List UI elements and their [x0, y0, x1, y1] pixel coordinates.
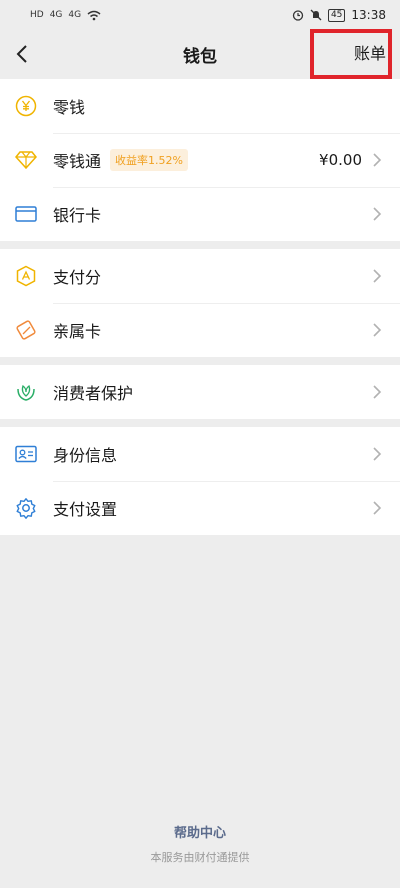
- mute-bell-icon: [310, 9, 322, 21]
- provider-note: 本服务由财付通提供: [150, 851, 250, 864]
- row-label: 零钱通: [53, 152, 102, 171]
- status-left: HD 4G 4G: [30, 10, 101, 21]
- row-pay-score[interactable]: 支付分: [0, 249, 400, 303]
- signal-4g-icon: 4G: [49, 9, 63, 20]
- row-label: 消费者保护: [53, 384, 134, 403]
- pay-score-icon: [14, 264, 38, 288]
- chevron-right-icon: [373, 207, 382, 221]
- chevron-right-icon: [373, 323, 382, 337]
- group-balance: 零钱 零钱通 收益率1.52% ¥0.00 银行卡: [0, 79, 400, 241]
- row-consumer-protection[interactable]: 消费者保护: [0, 365, 400, 419]
- chevron-right-icon: [373, 447, 382, 461]
- row-label: 亲属卡: [53, 322, 102, 341]
- battery-indicator: 45: [327, 8, 346, 22]
- status-bar: HD 4G 4G 45 13:38: [0, 0, 400, 30]
- chevron-right-icon: [373, 501, 382, 515]
- row-lingqiantong[interactable]: 零钱通 收益率1.52% ¥0.00: [0, 133, 400, 187]
- chevron-right-icon: [373, 269, 382, 283]
- row-identity-info[interactable]: 身份信息: [0, 427, 400, 481]
- yen-coin-icon: [14, 94, 38, 118]
- signal-4g-icon: 4G: [68, 9, 82, 20]
- family-card-icon: [14, 318, 38, 342]
- signal-hd-icon: HD: [30, 9, 44, 20]
- back-arrow-icon[interactable]: [14, 42, 32, 66]
- row-change[interactable]: 零钱: [0, 79, 400, 133]
- page-title: 钱包: [183, 46, 217, 67]
- clock: 13:38: [351, 8, 386, 22]
- row-label: 支付设置: [53, 500, 118, 519]
- bill-highlight-box: [310, 29, 392, 79]
- bank-card-icon: [14, 202, 38, 226]
- yield-badge: 收益率1.52%: [110, 149, 188, 171]
- chevron-right-icon: [373, 153, 382, 167]
- id-card-icon: [14, 442, 38, 466]
- row-label: 零钱: [53, 98, 86, 117]
- help-center-link[interactable]: 帮助中心: [0, 822, 400, 841]
- chevron-right-icon: [373, 385, 382, 399]
- consumer-protection-icon: [14, 380, 38, 404]
- balance-value: ¥0.00: [319, 151, 362, 169]
- wifi-icon: [87, 10, 101, 20]
- row-payment-settings[interactable]: 支付设置: [0, 481, 400, 535]
- row-label: 银行卡: [53, 206, 102, 225]
- row-label: 身份信息: [53, 446, 118, 465]
- row-bank-card[interactable]: 银行卡: [0, 187, 400, 241]
- group-protection: 消费者保护: [0, 365, 400, 419]
- footer: 帮助中心 本服务由财付通提供: [0, 822, 400, 865]
- alarm-icon: [292, 10, 304, 21]
- group-credit: 支付分 亲属卡: [0, 249, 400, 357]
- nav-bar: 钱包 账单: [0, 29, 400, 79]
- group-settings: 身份信息 支付设置: [0, 427, 400, 535]
- row-label: 支付分: [53, 268, 102, 287]
- status-right: 45 13:38: [292, 8, 386, 22]
- row-family-card[interactable]: 亲属卡: [0, 303, 400, 357]
- settings-gear-icon: [14, 496, 38, 520]
- diamond-icon: [14, 148, 38, 172]
